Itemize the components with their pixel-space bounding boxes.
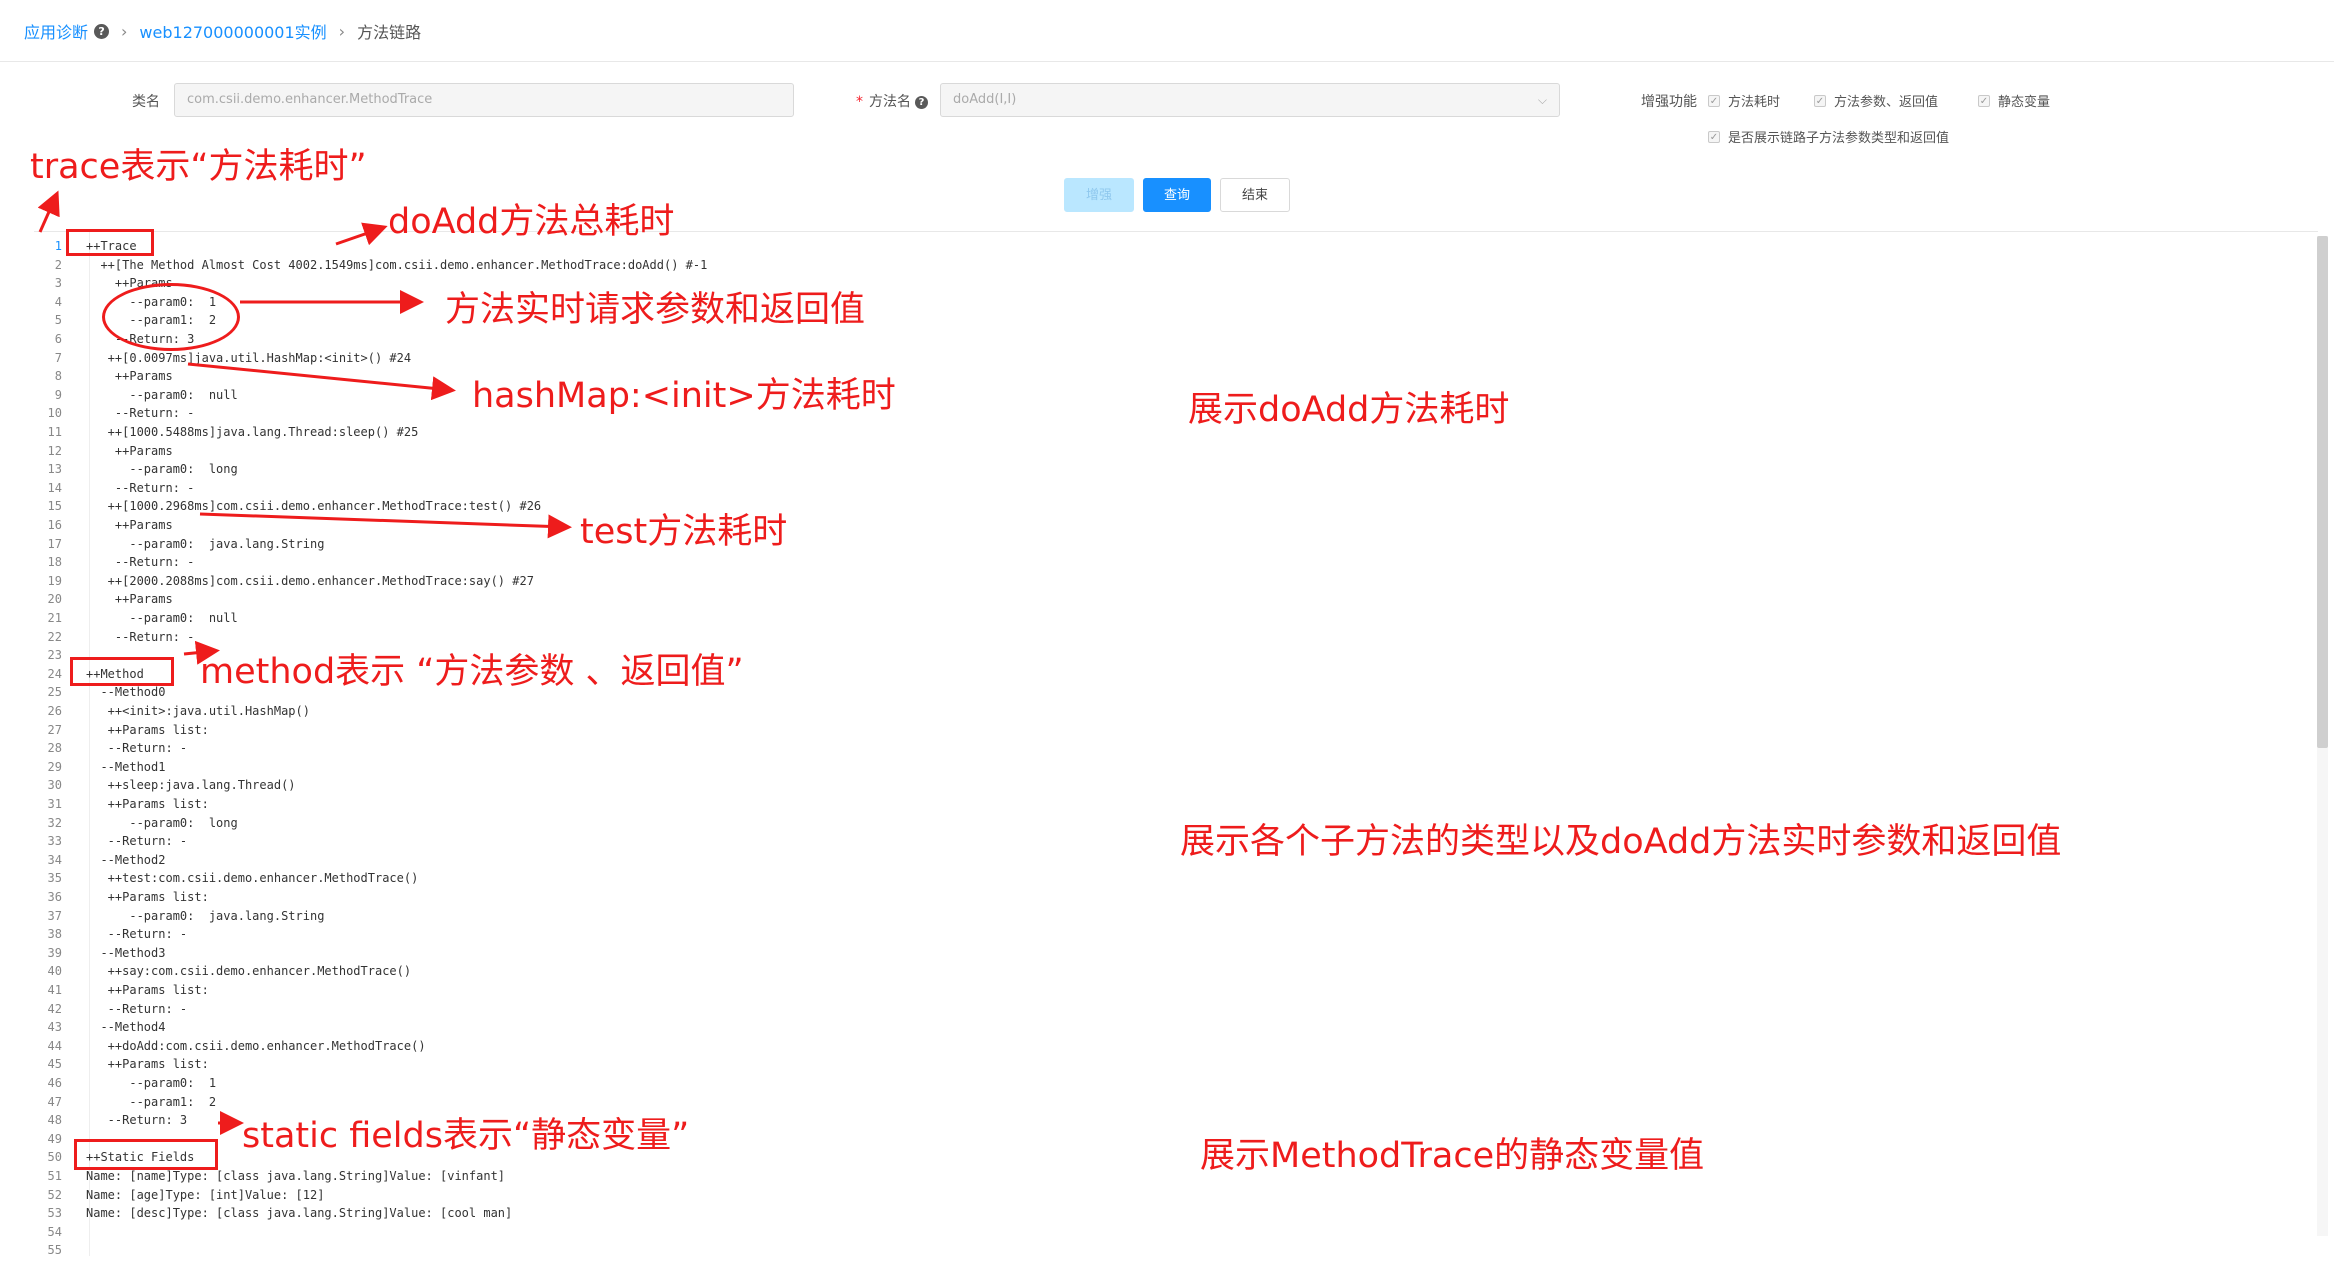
annotation-realtime-params: 方法实时请求参数和返回值 bbox=[445, 290, 866, 330]
annotation-hashmap-init: hashMap:<init>方法耗时 bbox=[472, 376, 896, 416]
annotation-show-doadd: 展示doAdd方法耗时 bbox=[1188, 390, 1510, 430]
annotation-show-static: 展示MethodTrace的静态变量值 bbox=[1200, 1136, 1705, 1176]
annotation-trace: trace表示“方法耗时” bbox=[30, 147, 367, 187]
annotation-show-child: 展示各个子方法的类型以及doAdd方法实时参数和返回值 bbox=[1180, 822, 2062, 862]
annotation-doadd-total: doAdd方法总耗时 bbox=[388, 202, 675, 242]
annotation-method: method表示 “方法参数 、返回值” bbox=[200, 652, 744, 692]
annotation-static: static fields表示“静态变量” bbox=[242, 1116, 690, 1156]
annotation-arrows bbox=[37, 190, 572, 1135]
annotation-test-cost: test方法耗时 bbox=[580, 512, 788, 552]
